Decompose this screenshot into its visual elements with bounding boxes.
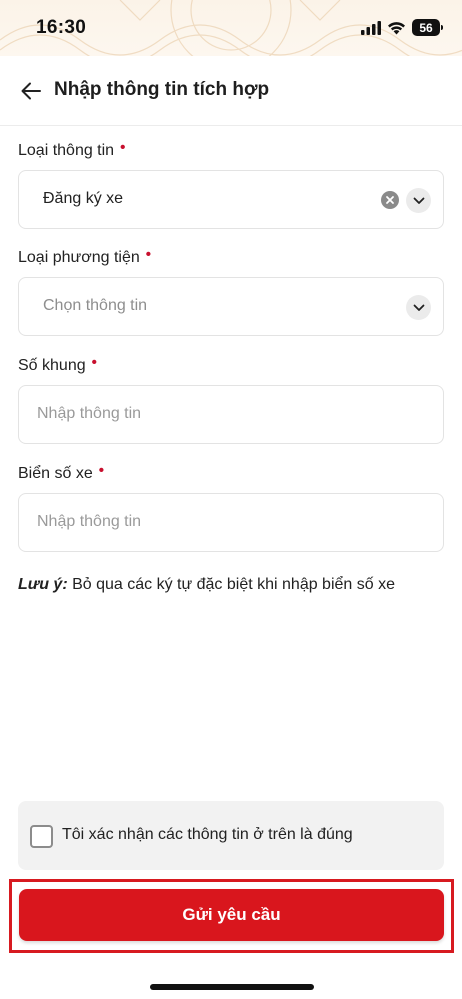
vehicle-type-select[interactable]: Chọn thông tin	[18, 277, 444, 336]
arrow-left-icon	[21, 82, 41, 100]
required-marker: •	[145, 246, 151, 263]
plate-number-placeholder: Nhập thông tin	[37, 513, 142, 530]
close-icon	[386, 196, 394, 204]
info-type-dropdown-toggle[interactable]	[406, 188, 431, 213]
plate-note: Lưu ý: Bỏ qua các ký tự đặc biệt khi nhậ…	[18, 576, 395, 594]
confirm-panel: Tôi xác nhận các thông tin ở trên là đún…	[18, 801, 444, 870]
status-icons: 56	[361, 19, 443, 36]
cellular-signal-icon	[361, 20, 381, 35]
clear-selection-button[interactable]	[381, 191, 399, 209]
required-marker: •	[120, 139, 126, 156]
battery-icon: 56	[412, 19, 443, 36]
info-type-value: Đăng ký xe	[43, 190, 124, 207]
note-text: Bỏ qua các ký tự đặc biệt khi nhập biển …	[67, 576, 395, 593]
info-type-label-text: Loại thông tin	[18, 142, 115, 159]
app-header: Nhập thông tin tích hợp	[0, 56, 462, 126]
chevron-down-icon	[413, 197, 424, 204]
info-type-select[interactable]: Đăng ký xe	[18, 170, 444, 229]
frame-number-input[interactable]: Nhập thông tin	[18, 385, 444, 444]
submit-button[interactable]: Gửi yêu cầu	[19, 889, 444, 941]
page-title: Nhập thông tin tích hợp	[54, 79, 270, 100]
plate-number-label-text: Biển số xe	[18, 465, 93, 482]
note-prefix: Lưu ý:	[18, 576, 68, 593]
wifi-icon	[388, 21, 405, 34]
status-bar: 16:30 56	[0, 0, 462, 56]
vehicle-type-label: Loại phương tiện •	[18, 246, 151, 267]
vehicle-type-dropdown-toggle[interactable]	[406, 295, 431, 320]
status-time: 16:30	[36, 17, 87, 38]
frame-number-label-text: Số khung	[18, 357, 86, 374]
plate-number-input[interactable]: Nhập thông tin	[18, 493, 444, 552]
plate-number-label: Biển số xe •	[18, 462, 104, 483]
required-marker: •	[98, 462, 104, 479]
back-button[interactable]	[18, 78, 44, 104]
frame-number-label: Số khung •	[18, 354, 97, 375]
confirm-label[interactable]: Tôi xác nhận các thông tin ở trên là đún…	[62, 826, 353, 844]
info-type-label: Loại thông tin •	[18, 139, 126, 160]
vehicle-type-placeholder: Chọn thông tin	[43, 297, 148, 314]
vehicle-type-label-text: Loại phương tiện	[18, 249, 140, 266]
required-marker: •	[91, 354, 97, 371]
frame-number-placeholder: Nhập thông tin	[37, 405, 142, 422]
confirm-checkbox[interactable]	[30, 825, 53, 848]
home-indicator	[150, 984, 314, 990]
chevron-down-icon	[413, 304, 424, 311]
